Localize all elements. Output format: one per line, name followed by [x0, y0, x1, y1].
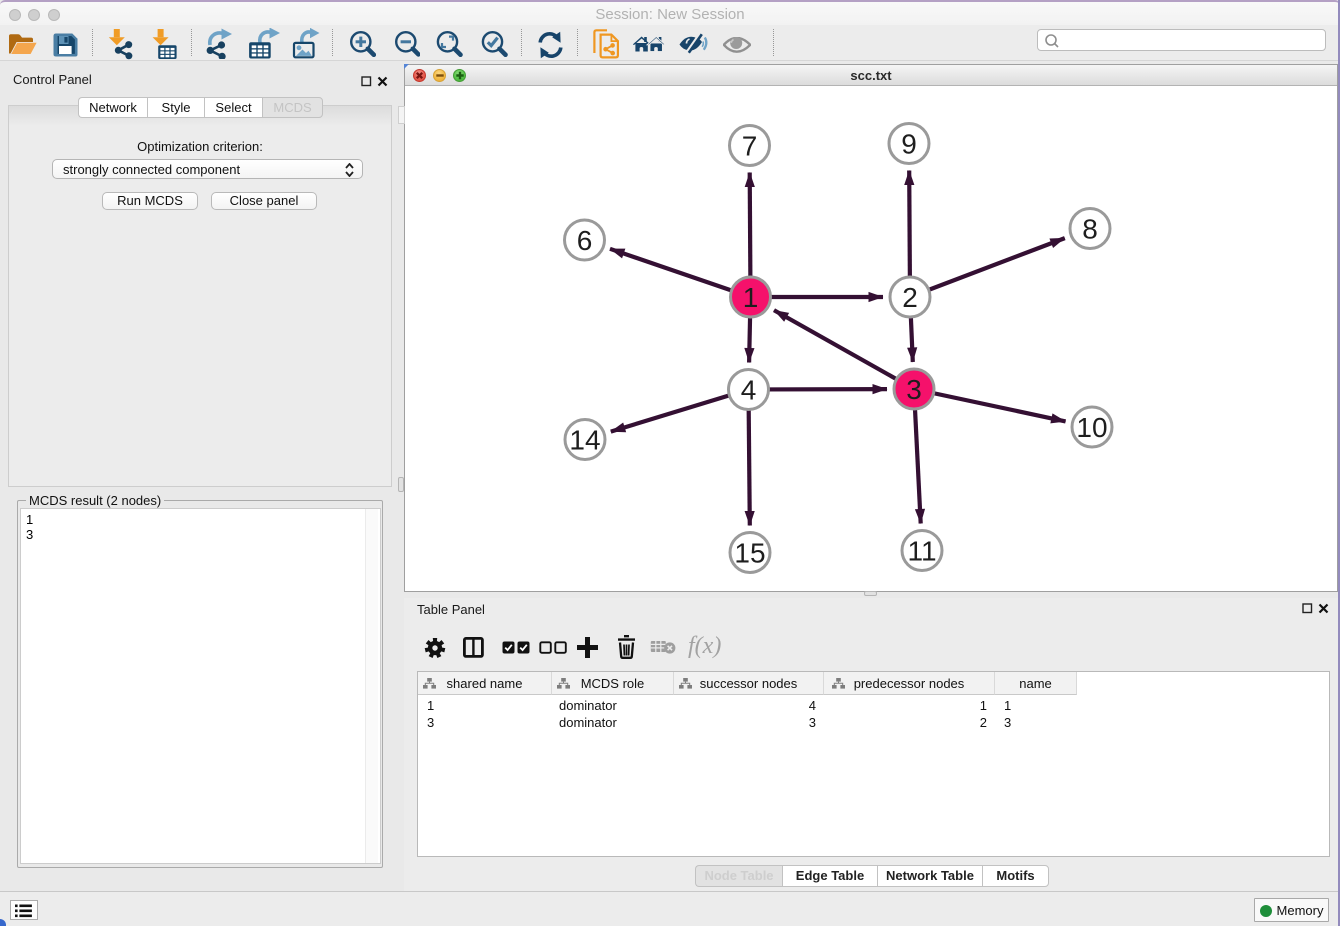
svg-text:11: 11 [907, 536, 936, 567]
svg-text:15: 15 [734, 538, 765, 569]
svg-text:10: 10 [1076, 412, 1107, 443]
svg-text:8: 8 [1082, 214, 1098, 245]
svg-text:1: 1 [743, 282, 759, 313]
svg-text:14: 14 [569, 425, 600, 456]
svg-text:2: 2 [902, 282, 918, 313]
svg-text:7: 7 [742, 131, 758, 162]
svg-text:4: 4 [741, 375, 757, 406]
svg-text:9: 9 [901, 129, 917, 160]
svg-text:3: 3 [906, 374, 922, 405]
svg-text:6: 6 [577, 225, 593, 256]
